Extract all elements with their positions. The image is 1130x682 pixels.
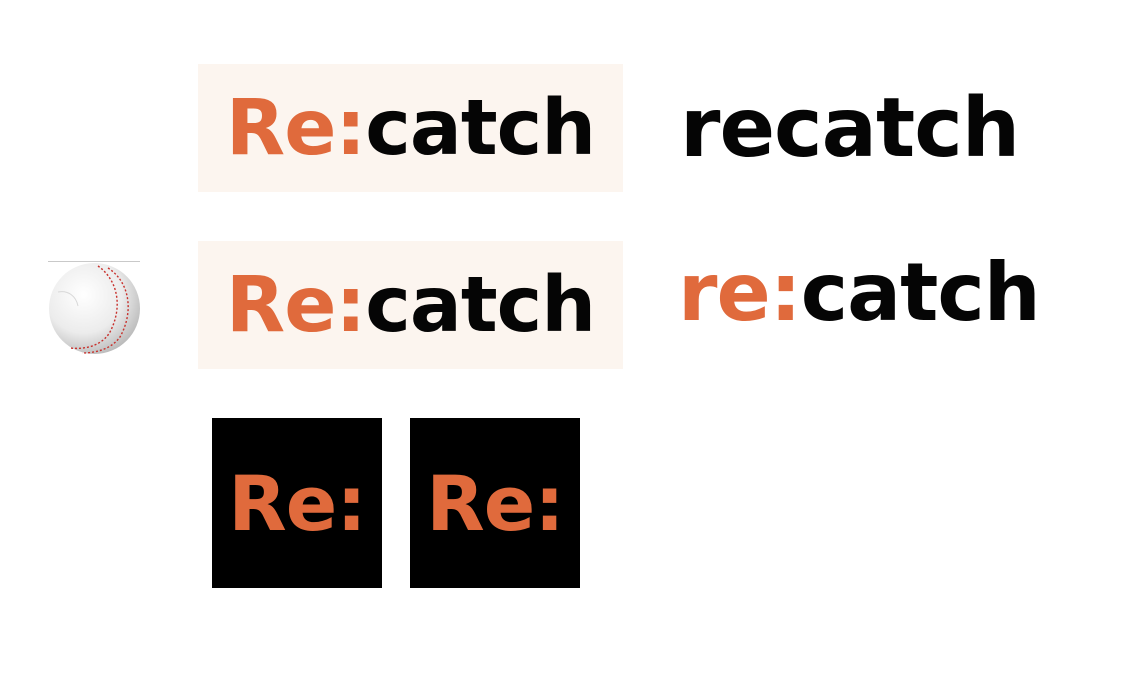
recatch-logo-plain: recatch (680, 84, 1020, 174)
logo-dark-text: recatch (680, 81, 1020, 176)
recatch-logo-lowercase: re:catch (678, 248, 1041, 338)
logo-accent-text: Re: (225, 260, 366, 350)
recatch-logo-cream-1: Re:catch (198, 64, 623, 192)
logo-accent-text: Re: (225, 83, 366, 173)
logo-wordmark: Re:catch (226, 267, 596, 344)
recatch-logo-cream-2: Re:catch (198, 241, 623, 369)
mark-text: Re: (228, 458, 366, 548)
logo-dark-text: catch (365, 83, 596, 173)
logo-wordmark: re:catch (678, 253, 1041, 333)
mark-text: Re: (426, 458, 564, 548)
logo-wordmark: Re:catch (226, 90, 596, 167)
re-mark-square-1: Re: (212, 418, 382, 588)
re-mark-square-2: Re: (410, 418, 580, 588)
baseball-icon (49, 263, 140, 354)
logo-dark-text: catch (800, 246, 1041, 339)
logo-dark-text: catch (365, 260, 596, 350)
logo-accent-text: re: (678, 246, 802, 339)
